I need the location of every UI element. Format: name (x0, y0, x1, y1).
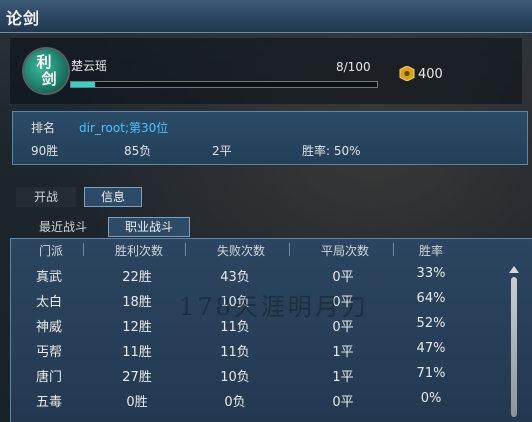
cell-class: 神威 (35, 320, 62, 335)
rank-label: 排名 (31, 121, 56, 135)
cell-win-rate: 33% (416, 266, 446, 281)
cell-losses: 10负 (220, 370, 250, 385)
table-row[interactable]: 丐帮 11胜 11负 1平 47% (11, 341, 511, 364)
cell-losses: 0负 (224, 395, 246, 410)
progress-fill (71, 82, 96, 87)
class-stats-table: 门派 胜利次数 失败次数 平局次数 胜率 真武 22胜 43负 0平 33% 太… (10, 238, 532, 422)
win-rate-value: 胜率: 50% (302, 144, 361, 158)
cell-win-rate: 0% (420, 391, 442, 406)
cell-draws: 0平 (332, 395, 354, 410)
draws-value: 2平 (212, 144, 232, 158)
cell-wins: 27胜 (122, 370, 152, 385)
window-title: 论剑 (6, 9, 41, 28)
tab-info[interactable]: 信息 (84, 187, 142, 207)
losses-value: 85负 (124, 144, 152, 158)
cell-class: 丐帮 (35, 345, 62, 360)
title-bar[interactable]: 论剑 (0, 0, 532, 33)
tab-class-battles[interactable]: 职业战斗 (108, 217, 190, 237)
cell-losses: 43负 (220, 270, 250, 285)
table-row[interactable]: 唐门 27胜 10负 1平 71% (11, 366, 511, 389)
cell-wins: 0胜 (126, 395, 148, 410)
cell-draws: 0平 (332, 270, 354, 285)
table-row[interactable]: 真武 22胜 43负 0平 33% (11, 266, 511, 289)
cell-draws: 1平 (332, 370, 354, 385)
header-class: 门派 (38, 244, 63, 258)
scroll-up-icon[interactable] (509, 266, 519, 273)
cell-class: 唐门 (35, 370, 62, 385)
header-divider (83, 243, 84, 256)
cell-win-rate: 52% (416, 316, 446, 331)
cell-wins: 12胜 (122, 320, 152, 335)
player-name: 楚云瑶 (71, 59, 108, 73)
cell-win-rate: 47% (416, 341, 446, 356)
emblem-char-bottom: 剑 (41, 70, 57, 88)
cell-draws: 1平 (332, 345, 354, 360)
wins-value: 90胜 (31, 144, 59, 158)
cell-win-rate: 71% (416, 366, 446, 381)
tab-recent-battles[interactable]: 最近战斗 (26, 217, 100, 237)
cell-win-rate: 64% (416, 291, 446, 306)
arena-window: 论剑 利 剑 楚云瑶 8/100 400 排名 dir_root;第30位 90… (0, 0, 532, 422)
header-draws: 平局次数 (320, 244, 369, 258)
header-divider (393, 243, 394, 256)
cell-wins: 22胜 (122, 270, 152, 285)
table-row[interactable]: 五毒 0胜 0负 0平 0% (11, 391, 511, 414)
scrollbar-thumb[interactable] (511, 277, 517, 417)
emblem-char-top: 利 (36, 53, 52, 71)
cell-wins: 18胜 (122, 295, 152, 310)
header-wins: 胜利次数 (114, 244, 163, 258)
sword-emblem-icon: 利 剑 (24, 49, 68, 93)
cell-class: 真武 (35, 270, 62, 285)
rank-value[interactable]: dir_root;第30位 (79, 119, 168, 136)
cell-losses: 11负 (220, 345, 250, 360)
header-divider (289, 243, 290, 256)
tab-battle[interactable]: 开战 (16, 187, 76, 207)
cell-wins: 11胜 (122, 345, 152, 360)
currency-amount: 400 (418, 67, 443, 82)
table-scrollbar[interactable] (508, 266, 520, 422)
table-header: 门派 胜利次数 失败次数 平局次数 胜率 (11, 239, 511, 261)
header-losses: 失败次数 (216, 244, 265, 258)
progress-bar (70, 81, 378, 88)
cell-class: 太白 (35, 295, 62, 310)
watermark-logo: 178天涯明月刀 (179, 293, 369, 321)
cell-class: 五毒 (35, 395, 62, 410)
gold-coin-icon (399, 66, 415, 81)
stats-panel: 排名 dir_root;第30位 90胜 85负 2平 胜率: 50% (12, 111, 528, 165)
header-win-rate: 胜率 (418, 244, 443, 258)
progress-text: 8/100 (336, 60, 371, 74)
header-divider (185, 243, 186, 256)
